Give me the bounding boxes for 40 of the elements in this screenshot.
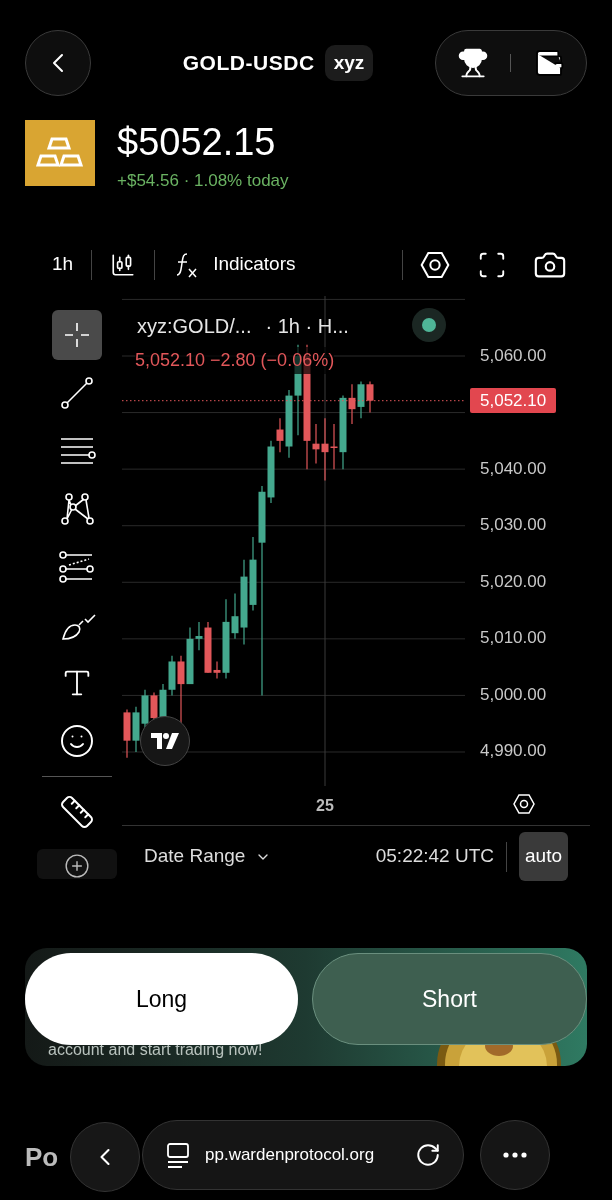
crosshair-tool[interactable] [52, 309, 102, 360]
symbol-legend: xyz:GOLD/... [137, 310, 252, 341]
ruler-icon [59, 793, 95, 830]
price-axis-label: 4,990.00 [480, 742, 547, 760]
more-icon [503, 1152, 527, 1158]
price-axis-label: 5,060.00 [480, 346, 547, 364]
price-change: +$54.56 · 1.08% today [117, 170, 289, 192]
zoom-in-tool[interactable] [37, 848, 117, 879]
market-status-indicator [412, 307, 446, 342]
date-range-dropdown[interactable]: Date Range [144, 842, 272, 871]
price-axis-label: 5,000.00 [480, 685, 547, 703]
short-button[interactable]: Short [312, 953, 587, 1045]
price-axis-label: 5,030.00 [480, 516, 547, 534]
indicators-button[interactable]: Indicators [173, 250, 296, 279]
wallet-icon[interactable] [533, 47, 566, 79]
last-price-tag: 5,052.10 [470, 388, 557, 414]
price-axis-label: 5,040.00 [480, 459, 547, 477]
utc-time: 05:22:42 UTC [375, 844, 494, 869]
asset-logo [25, 120, 95, 186]
price-axis-label: 5,020.00 [480, 572, 547, 590]
price-axis-label: 5,010.00 [480, 629, 547, 647]
section-heading: Po [25, 1141, 59, 1174]
market-title: GOLD-USDC [182, 50, 315, 77]
reload-icon[interactable] [415, 1142, 441, 1168]
zoom-in-icon [64, 852, 90, 879]
smiley-icon [59, 722, 95, 759]
trophy-icon[interactable] [456, 47, 489, 79]
long-button[interactable]: Long [25, 953, 298, 1045]
auto-scale-button[interactable]: auto [519, 832, 568, 881]
tabs-icon [165, 1141, 191, 1169]
chart-settings-icon[interactable] [512, 791, 536, 816]
interval-legend: · 1h · H... [265, 310, 349, 341]
price-value: $5052.15 [117, 120, 277, 164]
interval-button[interactable]: 1h [52, 250, 74, 279]
time-axis-label: 25 [316, 797, 334, 814]
market-badge: xyz [324, 44, 374, 82]
tradingview-logo [140, 715, 190, 766]
address-bar[interactable]: pp.wardenprotocol.org [142, 1120, 464, 1190]
ohlc-values: 5,052.10 −2.80 (−0.06%) [135, 346, 335, 374]
url-text: pp.wardenprotocol.org [205, 1144, 375, 1167]
